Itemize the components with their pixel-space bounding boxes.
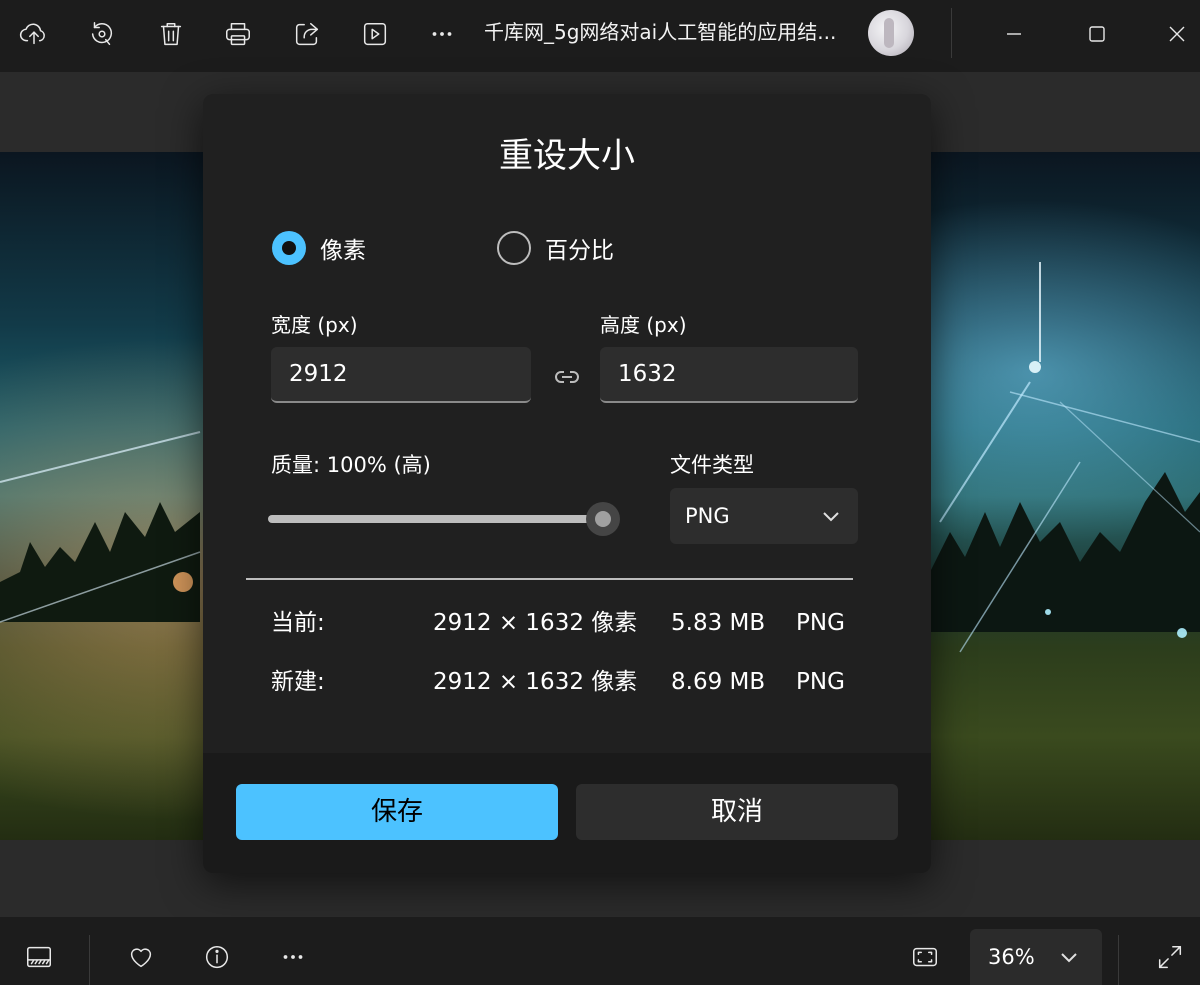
radio-percentage-label: 百分比: [545, 238, 614, 264]
share-icon[interactable]: [287, 14, 327, 54]
current-size: 5.83 MB: [671, 610, 766, 636]
link-aspect-icon[interactable]: [550, 360, 584, 394]
filetype-value: PNG: [685, 504, 730, 528]
divider: [246, 578, 853, 580]
new-size: 8.69 MB: [671, 669, 766, 695]
info-icon[interactable]: [197, 937, 237, 977]
filetype-label: 文件类型: [670, 453, 754, 477]
bottom-separator: [1118, 935, 1119, 985]
fit-screen-icon[interactable]: [905, 937, 945, 977]
save-button[interactable]: 保存: [236, 784, 558, 840]
bottom-separator: [89, 935, 90, 985]
radio-pixels-indicator[interactable]: [272, 231, 306, 265]
print-icon[interactable]: [218, 14, 258, 54]
new-info-row: 新建: 2912 × 1632 像素 8.69 MB PNG: [271, 665, 871, 699]
new-format: PNG: [796, 669, 845, 695]
heart-icon[interactable]: [121, 937, 161, 977]
dialog-title: 重设大小: [499, 136, 635, 176]
toolbar-separator: [951, 8, 952, 58]
radio-percentage-indicator[interactable]: [497, 231, 531, 265]
more-icon[interactable]: [273, 937, 313, 977]
cancel-button[interactable]: 取消: [576, 784, 898, 840]
cloud-upload-icon[interactable]: [14, 14, 54, 54]
height-input[interactable]: 1632: [600, 347, 858, 403]
bottom-bar: 36%: [0, 917, 1200, 985]
zoom-value: 36%: [988, 945, 1035, 969]
zoom-select[interactable]: 36%: [970, 929, 1102, 985]
slideshow-icon[interactable]: [355, 14, 395, 54]
rotate-icon[interactable]: [82, 14, 122, 54]
filmstrip-icon[interactable]: [19, 937, 59, 977]
height-label: 高度 (px): [600, 313, 687, 337]
chevron-down-icon: [820, 505, 842, 527]
maximize-icon[interactable]: [1077, 14, 1117, 54]
minimize-icon[interactable]: [994, 14, 1034, 54]
more-icon[interactable]: [422, 14, 462, 54]
new-dimensions: 2912 × 1632 像素: [433, 669, 638, 695]
radio-percentage[interactable]: 百分比: [497, 230, 614, 266]
quality-slider-thumb[interactable]: [586, 502, 620, 536]
quality-label: 质量: 100% (高): [271, 453, 431, 477]
current-info-row: 当前: 2912 × 1632 像素 5.83 MB PNG: [271, 606, 871, 640]
quality-slider-track[interactable]: [268, 515, 603, 523]
file-title: 千库网_5g网络对ai人工智能的应用结...: [484, 20, 837, 44]
delete-icon[interactable]: [151, 14, 191, 54]
current-label: 当前:: [271, 610, 325, 636]
chevron-down-icon: [1058, 946, 1080, 968]
title-bar: 千库网_5g网络对ai人工智能的应用结...: [0, 0, 1200, 72]
close-icon[interactable]: [1157, 14, 1197, 54]
avatar[interactable]: [868, 10, 914, 56]
fullscreen-icon[interactable]: [1150, 937, 1190, 977]
width-input[interactable]: 2912: [271, 347, 531, 403]
radio-pixels-label: 像素: [320, 238, 366, 264]
filetype-select[interactable]: PNG: [670, 488, 858, 544]
current-dimensions: 2912 × 1632 像素: [433, 610, 638, 636]
resize-dialog: 重设大小 像素 百分比 宽度 (px) 2912 高度 (px) 1632 质量…: [203, 94, 931, 873]
new-label: 新建:: [271, 669, 325, 695]
dialog-footer: 保存 取消: [203, 753, 931, 873]
radio-pixels[interactable]: 像素: [272, 230, 366, 266]
current-format: PNG: [796, 610, 845, 636]
width-label: 宽度 (px): [271, 313, 358, 337]
